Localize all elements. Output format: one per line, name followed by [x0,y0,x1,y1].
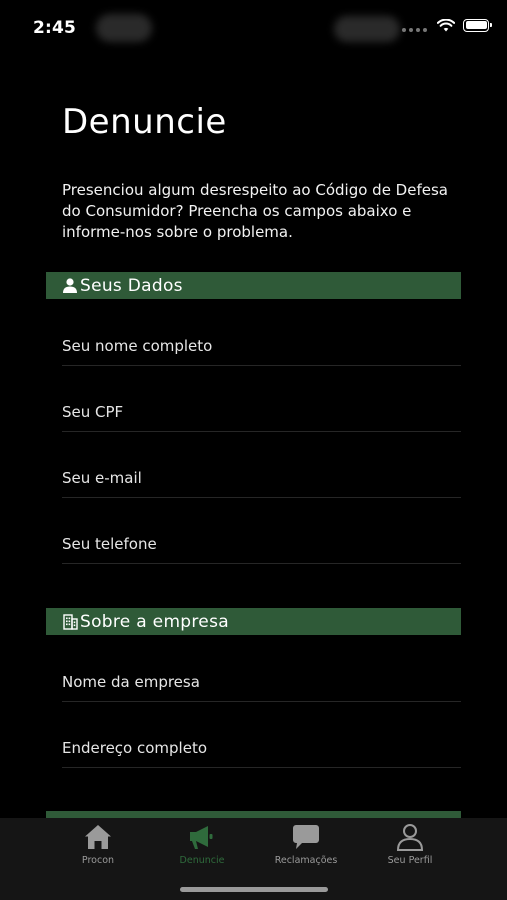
section-header-personal-data: Seus Dados [46,272,461,299]
tab-perfil[interactable]: Seu Perfil [355,822,465,872]
cpf-field[interactable] [62,392,461,432]
home-icon [83,822,113,852]
tab-label: Seu Perfil [387,855,433,866]
tab-label: Denuncie [179,855,225,866]
phone-field[interactable] [62,524,461,564]
tab-reclamacoes[interactable]: Reclamações [251,822,361,872]
section-header-company: Sobre a empresa [46,608,461,635]
tab-bar: Procon Denuncie Reclamações Seu Perfil [0,818,507,900]
user-icon [62,277,78,295]
report-form-screen: Denuncie Presenciou algum desrespeito ao… [0,0,507,818]
section-title: Seus Dados [80,275,183,296]
address-field[interactable] [62,728,461,768]
tab-procon[interactable]: Procon [43,822,153,872]
tab-denuncie[interactable]: Denuncie [147,822,257,872]
section-title: Sobre a empresa [80,611,229,632]
email-field[interactable] [62,458,461,498]
page-intro: Presenciou algum desrespeito ao Código d… [62,181,448,241]
building-icon [62,613,78,631]
company-name-field[interactable] [62,662,461,702]
next-section-header [46,811,461,818]
tab-label: Reclamações [274,855,338,866]
tab-label: Procon [81,855,115,866]
chat-bubble-icon [291,822,321,852]
page-title: Denuncie [62,102,227,142]
person-icon [395,822,425,852]
full-name-field[interactable] [62,326,461,366]
megaphone-icon [187,822,217,852]
home-indicator[interactable] [180,887,328,892]
